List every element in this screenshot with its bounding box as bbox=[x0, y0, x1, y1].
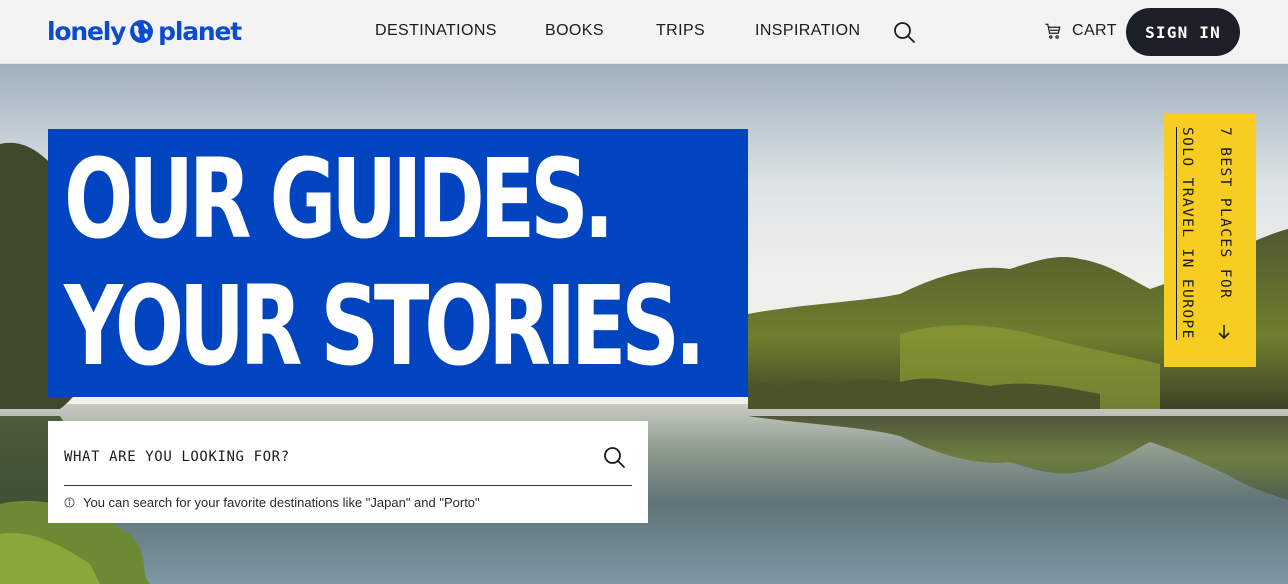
hero-headline-box: OUR GUIDES. YOUR STORIES. bbox=[48, 129, 748, 397]
logo-text-right: planet bbox=[158, 16, 242, 46]
headline-line-1: OUR GUIDES. bbox=[64, 135, 614, 263]
search-underline bbox=[64, 485, 632, 486]
destination-search-input[interactable] bbox=[64, 437, 604, 477]
promo-solo-travel-card[interactable]: 7 BEST PLACES FOR SOLO TRAVEL IN EUROPE bbox=[1164, 113, 1256, 367]
arrow-down-icon bbox=[1218, 325, 1230, 340]
headline-line-2: YOUR STORIES. bbox=[64, 262, 706, 390]
promo-line-2: SOLO TRAVEL IN EUROPE bbox=[1176, 127, 1197, 340]
cart-link[interactable]: CART bbox=[1044, 22, 1117, 40]
destination-search-panel: You can search for your favorite destina… bbox=[48, 421, 648, 523]
info-icon bbox=[64, 497, 75, 508]
sign-in-button[interactable]: SIGN IN bbox=[1126, 8, 1240, 56]
logo-text-left: lonely bbox=[47, 16, 126, 46]
site-header: lonely planet DESTINATIONS BOOKS TRIPS I… bbox=[0, 0, 1288, 64]
search-icon[interactable] bbox=[892, 20, 916, 44]
nav-inspiration[interactable]: INSPIRATION bbox=[755, 22, 860, 40]
cart-label: CART bbox=[1072, 22, 1117, 39]
nav-books[interactable]: BOOKS bbox=[545, 22, 604, 40]
nav-destinations[interactable]: DESTINATIONS bbox=[375, 22, 497, 40]
search-hint: You can search for your favorite destina… bbox=[64, 495, 480, 510]
search-hint-text: You can search for your favorite destina… bbox=[83, 495, 480, 510]
search-submit-icon[interactable] bbox=[602, 445, 626, 469]
hero-section: OUR GUIDES. YOUR STORIES. You can search… bbox=[0, 64, 1288, 584]
nav-trips[interactable]: TRIPS bbox=[656, 22, 705, 40]
globe-icon bbox=[130, 19, 154, 43]
cart-icon bbox=[1045, 23, 1061, 39]
lonely-planet-logo[interactable]: lonely planet bbox=[47, 14, 242, 48]
